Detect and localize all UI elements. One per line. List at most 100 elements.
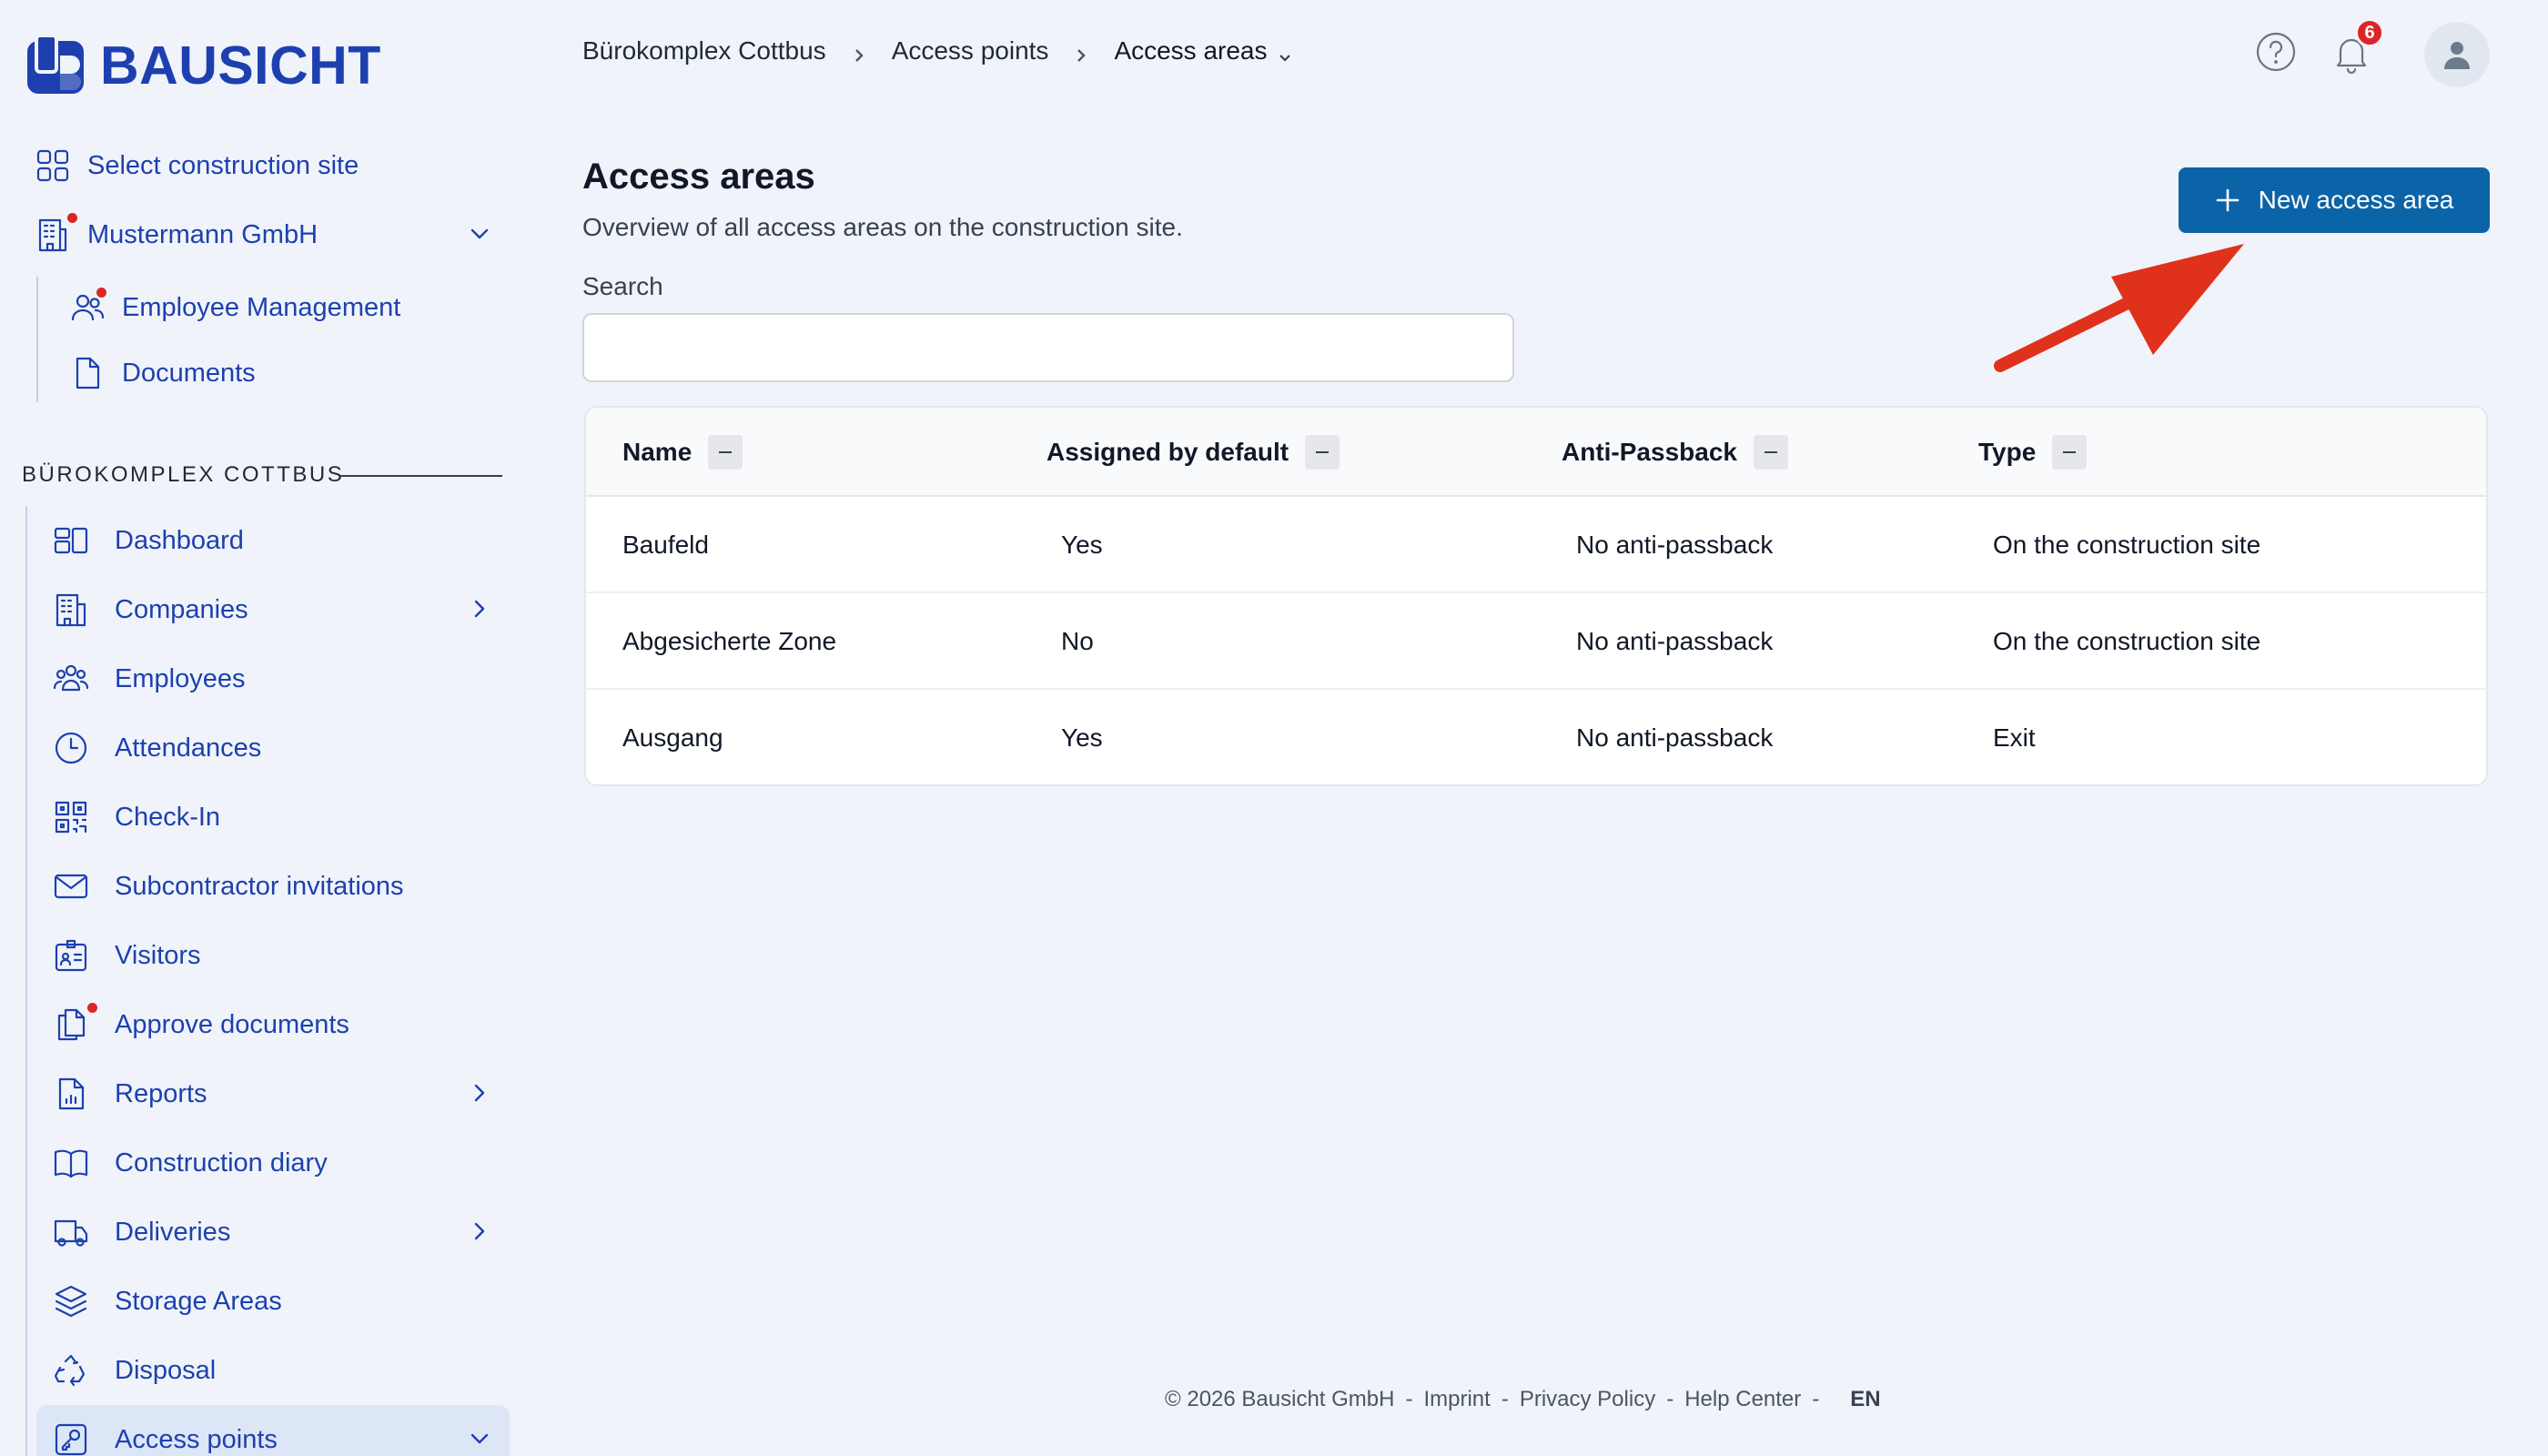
sort-toggle-icon[interactable]: [1753, 435, 1788, 470]
sidebar-item-label: Dashboard: [115, 525, 244, 555]
sidebar-item-label: Check-In: [115, 802, 221, 832]
table-row[interactable]: Abgesicherte Zone No No anti-passback On…: [586, 593, 2486, 690]
table-header: Name Assigned by default Anti-Passback T…: [586, 408, 2486, 497]
section-divider: [340, 475, 502, 477]
footer-link-privacy-policy[interactable]: Privacy Policy: [1520, 1387, 1655, 1412]
sidebar-item-label: Disposal: [115, 1355, 217, 1385]
sidebar-item-employees[interactable]: Employees: [51, 659, 245, 699]
brand-logo[interactable]: BAUSICHT: [27, 35, 381, 96]
sidebar-item-label: Storage Areas: [115, 1286, 282, 1316]
cell-name: Ausgang: [622, 723, 723, 752]
sort-toggle-icon[interactable]: [2052, 435, 2088, 470]
dashboard-icon: [51, 521, 91, 561]
sidebar-item-label: Employee Management: [122, 292, 401, 322]
help-icon[interactable]: [2255, 31, 2297, 77]
cell-anti-passback: No anti-passback: [1576, 627, 1774, 655]
reports-chevron-right-icon[interactable]: [466, 1079, 493, 1107]
footer-link-help-center[interactable]: Help Center: [1684, 1387, 1801, 1412]
sidebar-item-companies[interactable]: Companies: [51, 590, 248, 630]
sidebar-item-label: Attendances: [115, 733, 262, 763]
sort-toggle-icon[interactable]: [1305, 435, 1340, 470]
sidebar-item-dashboard[interactable]: Dashboard: [51, 521, 244, 561]
sidebar-item-label: Documents: [122, 358, 256, 388]
column-header-assigned-by-default[interactable]: Assigned by default: [1046, 408, 1340, 497]
office-building-icon: [33, 211, 79, 255]
grid-icon: [33, 146, 73, 186]
logo-icon: [27, 35, 84, 94]
sidebar-item-employee-management[interactable]: Employee Management: [67, 286, 401, 328]
qr-code-icon: [51, 797, 91, 837]
table-row[interactable]: Ausgang Yes No anti-passback Exit: [586, 690, 2486, 784]
company-notification-dot: [66, 211, 79, 225]
sidebar-item-label: Approve documents: [115, 1009, 349, 1039]
sidebar-item-subcontractor-invitations[interactable]: Subcontractor invitations: [51, 866, 404, 906]
column-header-label: Type: [1978, 438, 2037, 466]
access-points-chevron-down-icon[interactable]: [466, 1425, 493, 1452]
recycle-icon: [51, 1350, 91, 1390]
sidebar-item-check-in[interactable]: Check-In: [51, 797, 220, 837]
footer-separator: -: [1501, 1387, 1509, 1411]
cell-type: On the construction site: [1993, 627, 2261, 655]
column-header-label: Name: [622, 438, 693, 466]
employee-management-notification-dot: [95, 286, 108, 299]
sidebar-item-label: Subcontractor invitations: [115, 871, 404, 901]
column-header-anti-passback[interactable]: Anti-Passback: [1562, 408, 1788, 497]
users-icon: [67, 286, 108, 328]
breadcrumb-site[interactable]: Bürokomplex Cottbus: [582, 36, 826, 66]
site-tree-line: [25, 506, 27, 1456]
breadcrumb-access-points[interactable]: Access points: [892, 36, 1049, 66]
sidebar-item-label: Employees: [115, 663, 246, 693]
sidebar-item-label: Construction diary: [115, 1148, 328, 1178]
sidebar-item-reports[interactable]: Reports: [51, 1074, 207, 1114]
sidebar-item-storage-areas[interactable]: Storage Areas: [51, 1281, 282, 1321]
footer-separator: -: [1666, 1387, 1674, 1411]
column-header-label: Assigned by default: [1046, 438, 1289, 466]
breadcrumb-current-page[interactable]: Access areas: [1114, 36, 1267, 66]
documents-icon: [51, 1001, 99, 1045]
layers-icon: [51, 1281, 91, 1321]
company-switcher[interactable]: Mustermann GmbH: [33, 211, 318, 255]
sidebar-item-construction-diary[interactable]: Construction diary: [51, 1143, 328, 1183]
cell-assigned-by-default: No: [1061, 627, 1094, 655]
report-icon: [51, 1074, 91, 1114]
sidebar-item-label: Deliveries: [115, 1217, 231, 1247]
sidebar-item-label: Visitors: [115, 940, 201, 970]
access-areas-table: Name Assigned by default Anti-Passback T…: [584, 406, 2488, 786]
companies-chevron-right-icon[interactable]: [466, 595, 493, 622]
page-subtitle: Overview of all access areas on the cons…: [582, 213, 1183, 241]
cell-assigned-by-default: Yes: [1061, 723, 1103, 752]
chevron-right-icon: [1072, 42, 1090, 62]
company-chevron-down-icon[interactable]: [466, 220, 493, 248]
table-row[interactable]: Baufeld Yes No anti-passback On the cons…: [586, 497, 2486, 593]
envelope-icon: [51, 866, 91, 906]
cell-name: Baufeld: [622, 531, 709, 559]
language-switcher[interactable]: EN: [1850, 1387, 1880, 1412]
sidebar-item-attendances[interactable]: Attendances: [51, 728, 261, 768]
chevron-down-icon[interactable]: [1277, 43, 1293, 62]
column-header-name[interactable]: Name: [622, 408, 743, 497]
sidebar-item-disposal[interactable]: Disposal: [51, 1350, 216, 1390]
footer: © 2026 Bausicht GmbH - Imprint - Privacy…: [1165, 1387, 1881, 1412]
column-header-type[interactable]: Type: [1978, 408, 2088, 497]
deliveries-chevron-right-icon[interactable]: [466, 1218, 493, 1245]
notification-count-badge: 6: [2355, 18, 2384, 47]
new-access-area-button[interactable]: New access area: [2179, 167, 2490, 233]
select-construction-site-link[interactable]: Select construction site: [33, 146, 359, 186]
sidebar-item-approve-documents[interactable]: Approve documents: [51, 1001, 349, 1045]
chevron-right-icon: [850, 42, 868, 62]
footer-copyright: © 2026 Bausicht GmbH: [1165, 1387, 1395, 1411]
search-input[interactable]: [582, 313, 1514, 382]
page-title: Access areas: [582, 157, 815, 197]
cell-assigned-by-default: Yes: [1061, 531, 1103, 559]
sidebar-item-deliveries[interactable]: Deliveries: [51, 1212, 230, 1252]
sidebar-item-documents[interactable]: Documents: [67, 353, 256, 393]
sidebar-item-access-points[interactable]: Access points: [51, 1420, 278, 1456]
sidebar-item-visitors[interactable]: Visitors: [51, 935, 201, 976]
footer-link-imprint[interactable]: Imprint: [1423, 1387, 1490, 1412]
footer-separator: -: [1812, 1387, 1820, 1411]
cell-anti-passback: No anti-passback: [1576, 723, 1774, 752]
cell-type: Exit: [1993, 723, 2036, 752]
company-tree-line: [36, 277, 38, 402]
user-avatar[interactable]: [2424, 22, 2490, 87]
sort-toggle-icon[interactable]: [708, 435, 743, 470]
